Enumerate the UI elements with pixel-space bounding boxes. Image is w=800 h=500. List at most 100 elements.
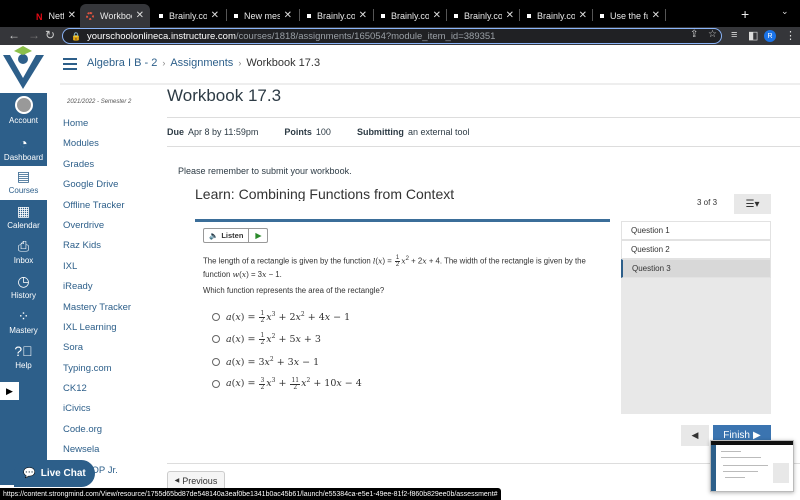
brainly-icon (381, 13, 385, 18)
course-nav-ixl[interactable]: IXL (63, 261, 131, 281)
question-text: The length of a rectangle is given by th… (203, 255, 586, 280)
global-nav-help[interactable]: ?⃝ Help (0, 341, 47, 375)
previous-question-button[interactable]: ◀ (681, 425, 709, 446)
tab-use-the-fun[interactable]: Use the fun ✕ (594, 4, 666, 27)
global-nav-history[interactable]: ◷ History (0, 271, 47, 305)
breadcrumb-assignments[interactable]: Assignments (170, 57, 233, 69)
breadcrumb-course[interactable]: Algebra I B - 2 (87, 57, 157, 69)
school-logo[interactable] (0, 45, 47, 93)
question-list-toggle[interactable]: ☰▾ (734, 194, 771, 214)
global-nav-dashboard[interactable]: ◔ Dashboard (0, 133, 47, 167)
chevron-right-icon: › (162, 58, 166, 68)
brainly-icon (454, 13, 458, 18)
close-tab-icon[interactable]: ✕ (433, 10, 441, 21)
close-tab-icon[interactable]: ✕ (359, 10, 367, 21)
radio-button[interactable] (212, 313, 220, 322)
course-nav-grades[interactable]: Grades (63, 159, 131, 179)
address-bar[interactable]: 🔒 yourschoolonlineca.instructure.com/cou… (62, 28, 722, 44)
radio-button[interactable] (212, 357, 220, 366)
course-nav-icivics[interactable]: iCivics (63, 403, 131, 423)
course-nav: Home Modules Grades Google Drive Offline… (63, 118, 131, 485)
course-nav-ck12[interactable]: CK12 (63, 383, 131, 403)
answer-option-3[interactable]: a(x) = 3x2 + 3x − 1 (212, 351, 362, 373)
brainly-icon (159, 13, 163, 18)
history-icon: ◷ (17, 273, 30, 289)
global-nav-calendar[interactable]: ▦ Calendar (0, 201, 47, 235)
previous-page-button[interactable]: ◀ Previous (167, 471, 225, 489)
message-icon (234, 13, 238, 18)
listen-button[interactable]: 🔈 Listen (204, 229, 250, 242)
global-nav-inbox[interactable]: ⎙ Inbox (0, 236, 47, 270)
course-nav-mastery-tracker[interactable]: Mastery Tracker (63, 302, 131, 322)
divider (167, 146, 800, 147)
breadcrumb: Algebra I B - 2 › Assignments › Workbook… (87, 57, 320, 69)
play-icon: ▶ (255, 231, 262, 240)
link-status-bar: https://content.strongmind.com/View/reso… (0, 488, 501, 500)
close-tab-icon[interactable]: ✕ (136, 10, 144, 21)
tab-workbook[interactable]: Workbook 17.3 ✕ (80, 4, 150, 27)
course-nav-iready[interactable]: iReady (63, 281, 131, 301)
tab-brainly-3[interactable]: Brainly.com ✕ (375, 4, 447, 27)
global-nav-courses[interactable]: ▤ Courses (0, 166, 47, 200)
course-nav-home[interactable]: Home (63, 118, 131, 138)
question-prompt: Which function represents the area of th… (203, 286, 385, 295)
course-menu-toggle[interactable] (63, 58, 77, 73)
brainly-icon (307, 13, 311, 18)
screenshot-thumbnail[interactable] (710, 440, 794, 492)
new-tab-button[interactable]: + (741, 6, 749, 22)
breadcrumb-current: Workbook 17.3 (246, 57, 321, 69)
tab-brainly-5[interactable]: Brainly.com ✕ (521, 4, 593, 27)
caret-left-icon: ◀ (691, 430, 699, 440)
live-chat-button[interactable]: 💬 Live Chat (14, 460, 95, 487)
close-tab-icon[interactable]: ✕ (68, 10, 76, 21)
close-tab-icon[interactable]: ✕ (506, 10, 514, 21)
close-tab-icon[interactable]: ✕ (579, 10, 587, 21)
course-nav-ixl-learning[interactable]: IXL Learning (63, 322, 131, 342)
divider (167, 117, 800, 118)
radio-button[interactable] (212, 380, 220, 389)
global-nav-mastery[interactable]: ⁘ Mastery (0, 306, 47, 340)
profile-avatar[interactable]: R (764, 30, 776, 42)
help-icon: ?⃝ (14, 343, 33, 359)
course-nav-raz-kids[interactable]: Raz Kids (63, 240, 131, 260)
close-tab-icon[interactable]: ✕ (652, 10, 660, 21)
close-tab-icon[interactable]: ✕ (211, 10, 219, 21)
global-nav-account[interactable]: Account (0, 93, 47, 129)
answer-option-4[interactable]: a(x) = 3 2 x3 + 11 2 x2 + 10x − 4 (212, 373, 362, 395)
page-title: Workbook 17.3 (167, 86, 282, 105)
course-nav-typing[interactable]: Typing.com (63, 363, 131, 383)
course-nav-modules[interactable]: Modules (63, 138, 131, 158)
side-panel-icon[interactable]: ◧ (748, 29, 758, 42)
question-list-item-2[interactable]: Question 2 (621, 240, 771, 259)
forward-arrow-icon[interactable]: → (28, 28, 40, 42)
tab-brainly-4[interactable]: Brainly.com ✕ (448, 4, 520, 27)
mastery-icon: ⁘ (17, 308, 30, 324)
due-date: Apr 8 by 11:59pm (188, 127, 259, 137)
brainly-icon (600, 13, 604, 18)
question-list-item-3[interactable]: Question 3 (621, 259, 771, 278)
more-menu-icon[interactable]: ⋮ (785, 29, 796, 42)
share-icon[interactable]: ⇪ (690, 29, 698, 40)
back-arrow-icon[interactable]: ← (8, 28, 20, 42)
answer-option-1[interactable]: a(x) = 1 2 x3 + 2x2 + 4x − 1 (212, 306, 362, 328)
account-icon (14, 96, 33, 114)
question-list-item-1[interactable]: Question 1 (621, 221, 771, 240)
course-nav-overdrive[interactable]: Overdrive (63, 220, 131, 240)
reload-icon[interactable]: ↻ (45, 28, 55, 42)
tab-new-message[interactable]: New message ✕ (228, 4, 298, 27)
reading-list-icon[interactable]: ≡ (731, 29, 737, 41)
answer-option-2[interactable]: a(x) = 1 2 x2 + 5x + 3 (212, 328, 362, 350)
play-button[interactable]: ▶ (249, 229, 267, 242)
tab-brainly-2[interactable]: Brainly.com ✕ (301, 4, 373, 27)
expand-nav-button[interactable]: ▶ (0, 382, 19, 400)
close-tab-icon[interactable]: ✕ (284, 10, 292, 21)
bookmark-star-icon[interactable]: ☆ (708, 29, 717, 40)
radio-button[interactable] (212, 335, 220, 344)
course-nav-sora[interactable]: Sora (63, 342, 131, 362)
course-nav-google-drive[interactable]: Google Drive (63, 179, 131, 199)
course-nav-offline-tracker[interactable]: Offline Tracker (63, 200, 131, 220)
tab-brainly-1[interactable]: Brainly.com ✕ (153, 4, 225, 27)
tab-search-button[interactable]: ⌄ (781, 6, 789, 17)
tab-netflix[interactable]: N Netflix ✕ (30, 4, 82, 27)
course-nav-code-org[interactable]: Code.org (63, 424, 131, 444)
